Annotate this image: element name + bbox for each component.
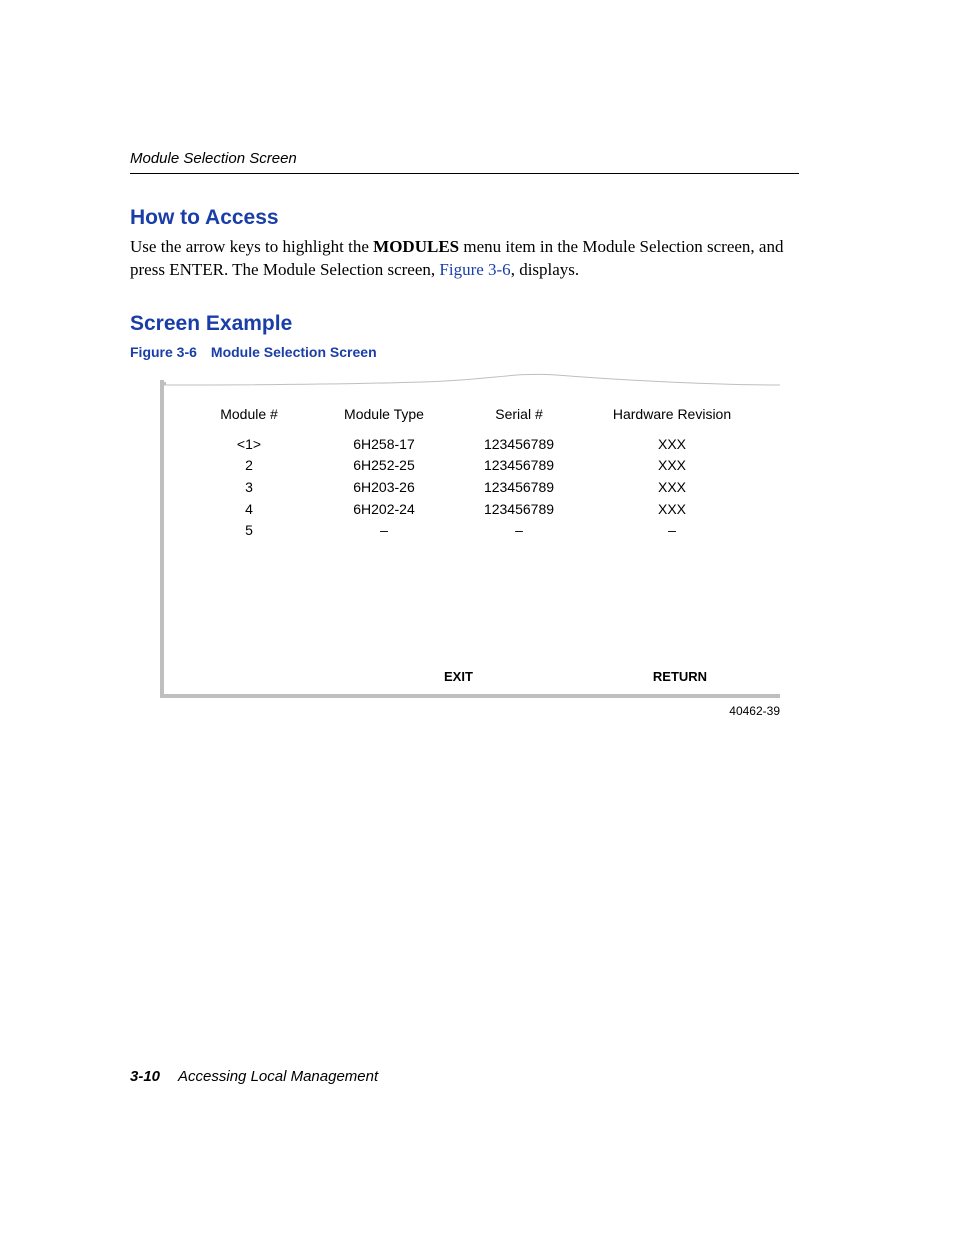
cell-serial-no: 123456789 — [454, 477, 584, 499]
figure-caption: Figure 3-6 Module Selection Screen — [130, 344, 799, 360]
figure-title: Module Selection Screen — [211, 344, 377, 360]
cell-serial-no: 123456789 — [454, 499, 584, 521]
cell-module-type: 6H202-24 — [314, 499, 454, 521]
figure-source-id: 40462-39 — [160, 704, 780, 718]
cell-module-no: 3 — [184, 477, 314, 499]
cell-module-no: 2 — [184, 455, 314, 477]
screen-footer-commands: EXIT RETURN — [164, 669, 780, 684]
return-command: RETURN — [653, 669, 707, 684]
module-selection-screen-figure: Module # Module Type Serial # Hardware R… — [160, 380, 780, 698]
table-row: 4 6H202-24 123456789 XXX — [184, 499, 760, 521]
cell-module-type: 6H258-17 — [314, 434, 454, 456]
col-header-serial-no: Serial # — [454, 404, 584, 426]
cell-module-no: 4 — [184, 499, 314, 521]
cell-module-no: 5 — [184, 520, 314, 542]
table-header-row: Module # Module Type Serial # Hardware R… — [184, 404, 760, 426]
bold-modules-word: MODULES — [373, 237, 459, 256]
cell-hw-rev: – — [584, 520, 760, 542]
figure-cross-reference[interactable]: Figure 3-6 — [439, 260, 510, 279]
heading-screen-example: Screen Example — [130, 312, 799, 336]
cell-hw-rev: XXX — [584, 499, 760, 521]
col-header-module-no: Module # — [184, 404, 314, 426]
cell-module-type: – — [314, 520, 454, 542]
table-row: 3 6H203-26 123456789 XXX — [184, 477, 760, 499]
cell-serial-no: – — [454, 520, 584, 542]
screen-top-edge-decoration — [164, 368, 780, 386]
figure-number: Figure 3-6 — [130, 344, 197, 360]
module-table: Module # Module Type Serial # Hardware R… — [164, 380, 780, 542]
page-number: 3-10 — [130, 1068, 160, 1085]
exit-command: EXIT — [444, 669, 473, 684]
page-footer: 3-10 Accessing Local Management — [130, 1068, 378, 1085]
cell-serial-no: 123456789 — [454, 434, 584, 456]
col-header-module-type: Module Type — [314, 404, 454, 426]
cell-hw-rev: XXX — [584, 477, 760, 499]
para-text: , displays. — [511, 260, 579, 279]
heading-how-to-access: How to Access — [130, 206, 799, 230]
cell-module-type: 6H252-25 — [314, 455, 454, 477]
cell-module-type: 6H203-26 — [314, 477, 454, 499]
footer-section-title: Accessing Local Management — [178, 1068, 378, 1085]
how-to-access-paragraph: Use the arrow keys to highlight the MODU… — [130, 236, 799, 282]
running-header: Module Selection Screen — [130, 150, 799, 174]
cell-serial-no: 123456789 — [454, 455, 584, 477]
table-row: 2 6H252-25 123456789 XXX — [184, 455, 760, 477]
table-row: <1> 6H258-17 123456789 XXX — [184, 434, 760, 456]
cell-module-no: <1> — [184, 434, 314, 456]
para-text: Use the arrow keys to highlight the — [130, 237, 373, 256]
cell-hw-rev: XXX — [584, 434, 760, 456]
cell-hw-rev: XXX — [584, 455, 760, 477]
table-row: 5 – – – — [184, 520, 760, 542]
col-header-hw-rev: Hardware Revision — [584, 404, 760, 426]
